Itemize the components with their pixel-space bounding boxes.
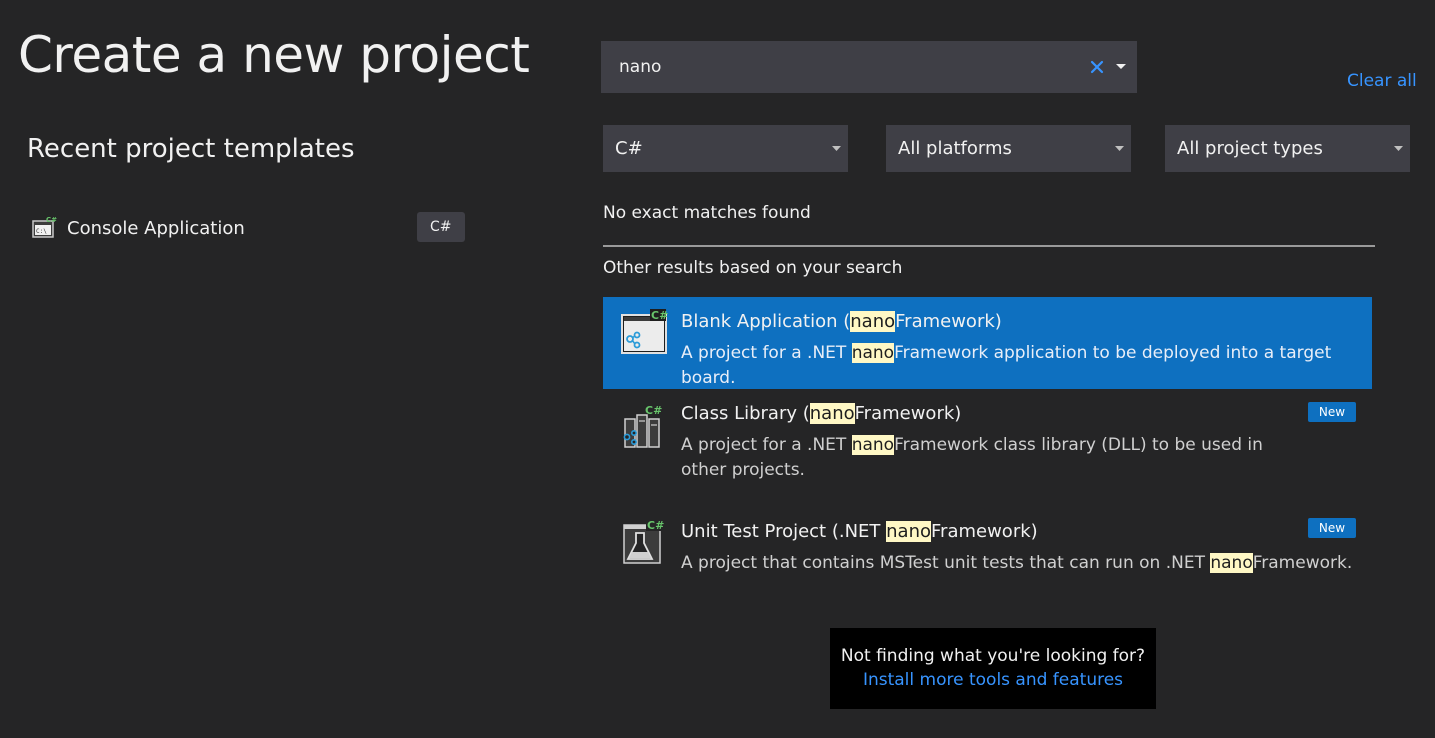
chevron-down-icon [824, 146, 848, 151]
template-item-class-library[interactable]: C# Class Library (nanoFramework) A proje… [603, 389, 1372, 497]
template-item-blank-application[interactable]: C# Blank Application (nanoFramework) A p… [603, 297, 1372, 389]
platform-filter-value: All platforms [898, 138, 1012, 159]
blank-app-icon: C# [619, 309, 669, 359]
search-highlight: nano [1210, 553, 1253, 573]
template-description: A project for a .NET nanoFramework class… [681, 435, 1263, 480]
template-description: A project for a .NET nanoFramework appli… [681, 343, 1332, 388]
svg-text:C#: C# [647, 519, 664, 532]
divider [603, 245, 1375, 247]
not-finding-panel: Not finding what you're looking for? Ins… [830, 628, 1156, 709]
not-finding-question: Not finding what you're looking for? [840, 646, 1146, 666]
clear-all-link[interactable]: Clear all [1347, 71, 1417, 91]
caret-down-icon[interactable] [1112, 56, 1130, 78]
template-description: A project that contains MSTest unit test… [681, 553, 1353, 573]
language-filter-value: C# [615, 138, 643, 159]
svg-text:C#: C# [46, 216, 57, 224]
recent-templates-heading: Recent project templates [27, 134, 355, 164]
chevron-down-icon [1107, 146, 1131, 151]
other-results-heading: Other results based on your search [603, 258, 903, 278]
template-search-box [601, 41, 1137, 93]
new-badge: New [1308, 402, 1356, 422]
language-filter-dropdown[interactable]: C# [603, 125, 848, 172]
search-input[interactable] [602, 42, 1086, 92]
template-item-unit-test-project[interactable]: C# Unit Test Project (.NET nanoFramework… [603, 505, 1372, 591]
new-badge: New [1308, 518, 1356, 538]
search-highlight: nano [851, 343, 895, 363]
svg-text:C#: C# [651, 309, 668, 322]
template-title: Blank Application (nanoFramework) [681, 311, 1002, 332]
search-highlight: nano [850, 311, 896, 332]
search-highlight: nano [851, 435, 895, 455]
platform-filter-dropdown[interactable]: All platforms [886, 125, 1131, 172]
recent-item-language-badge: C# [417, 212, 465, 242]
search-highlight: nano [886, 521, 931, 542]
install-more-tools-link[interactable]: Install more tools and features [830, 670, 1156, 690]
page-title: Create a new project [18, 26, 530, 84]
recent-item-console-application[interactable]: C:\ C# Console Application C# [27, 210, 467, 246]
no-exact-matches-text: No exact matches found [603, 203, 811, 223]
chevron-down-icon [1386, 146, 1410, 151]
template-title: Class Library (nanoFramework) [681, 403, 962, 424]
console-app-icon: C:\ C# [31, 215, 57, 241]
recent-item-label: Console Application [67, 217, 245, 239]
svg-text:C:\: C:\ [36, 228, 47, 235]
search-highlight: nano [809, 403, 855, 424]
class-library-icon: C# [619, 404, 669, 455]
close-icon[interactable] [1086, 56, 1108, 78]
unit-test-icon: C# [619, 519, 669, 569]
project-type-filter-value: All project types [1177, 138, 1323, 159]
project-type-filter-dropdown[interactable]: All project types [1165, 125, 1410, 172]
template-title: Unit Test Project (.NET nanoFramework) [681, 521, 1038, 542]
svg-text:C#: C# [645, 405, 662, 417]
